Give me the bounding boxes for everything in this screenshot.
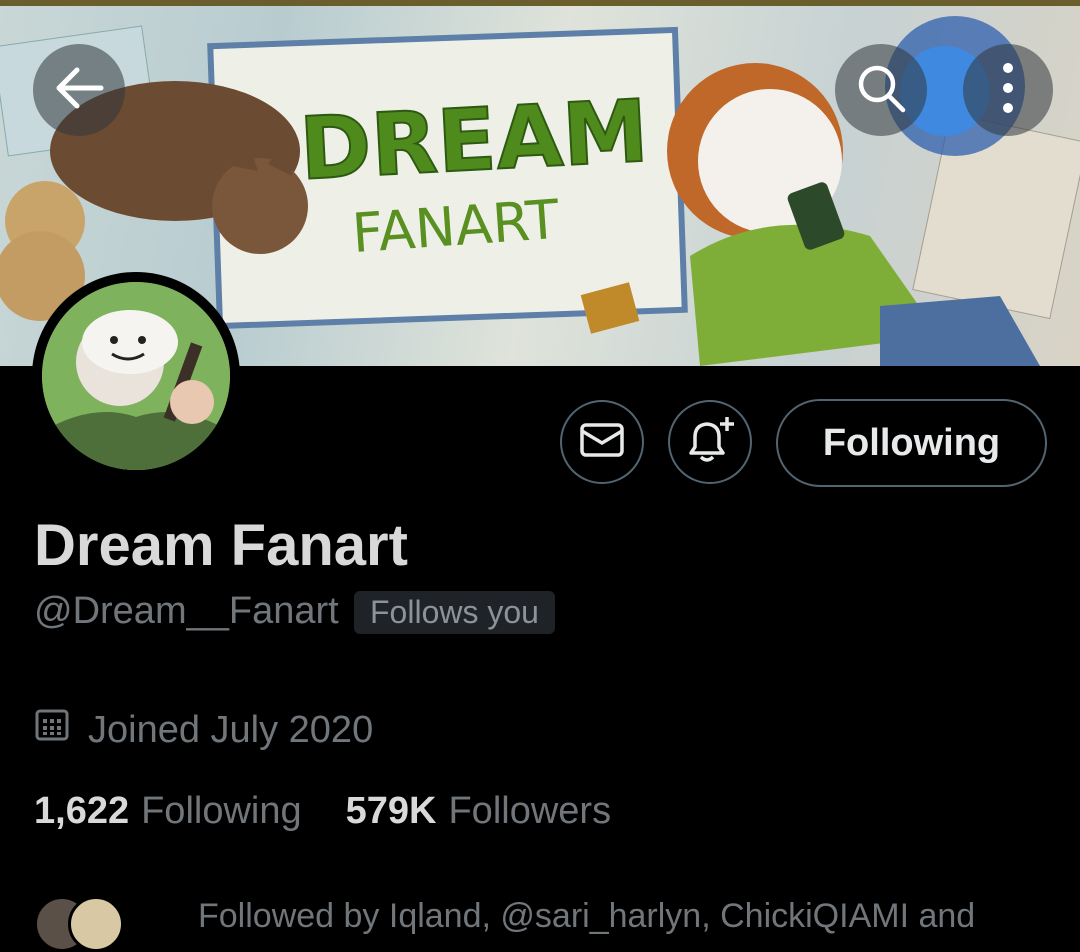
joined-label: Joined July 2020 [88,708,374,751]
bell-plus-icon [683,415,737,470]
notifications-button[interactable] [668,400,752,484]
joined-date: Joined July 2020 [34,706,373,754]
display-name: Dream Fanart [34,513,408,578]
followed-by-text: Followed by Iqland, @sari_harlyn, Chicki… [198,897,976,935]
more-options-button[interactable] [963,44,1053,136]
avatar [68,896,124,952]
follows-you-badge: Follows you [354,591,555,634]
avatar-image [42,282,230,470]
followers-stat[interactable]: 579K Followers [346,790,611,833]
follow-stats: 1,622 Following 579K Followers [34,790,611,833]
profile-handle: @Dream__Fanart [34,590,339,632]
following-stat[interactable]: 1,622 Following [34,790,302,833]
following-count: 1,622 [34,790,130,832]
message-button[interactable] [560,400,644,484]
following-button[interactable]: Following [776,399,1047,487]
search-icon [855,62,907,119]
back-button[interactable] [33,44,125,136]
following-label: Following [141,790,302,832]
followers-count: 579K [345,790,437,832]
profile-avatar[interactable] [32,272,240,480]
envelope-icon [580,422,624,462]
followed-by-row[interactable]: Followed by Iqland, @sari_harlyn, Chicki… [34,896,975,952]
arrow-left-icon [53,66,105,115]
calendar-icon [34,707,88,753]
more-vertical-icon [1001,61,1015,120]
followers-label: Followers [448,790,612,832]
search-button[interactable] [835,44,927,136]
svg-text:DREAM: DREAM [297,82,650,200]
